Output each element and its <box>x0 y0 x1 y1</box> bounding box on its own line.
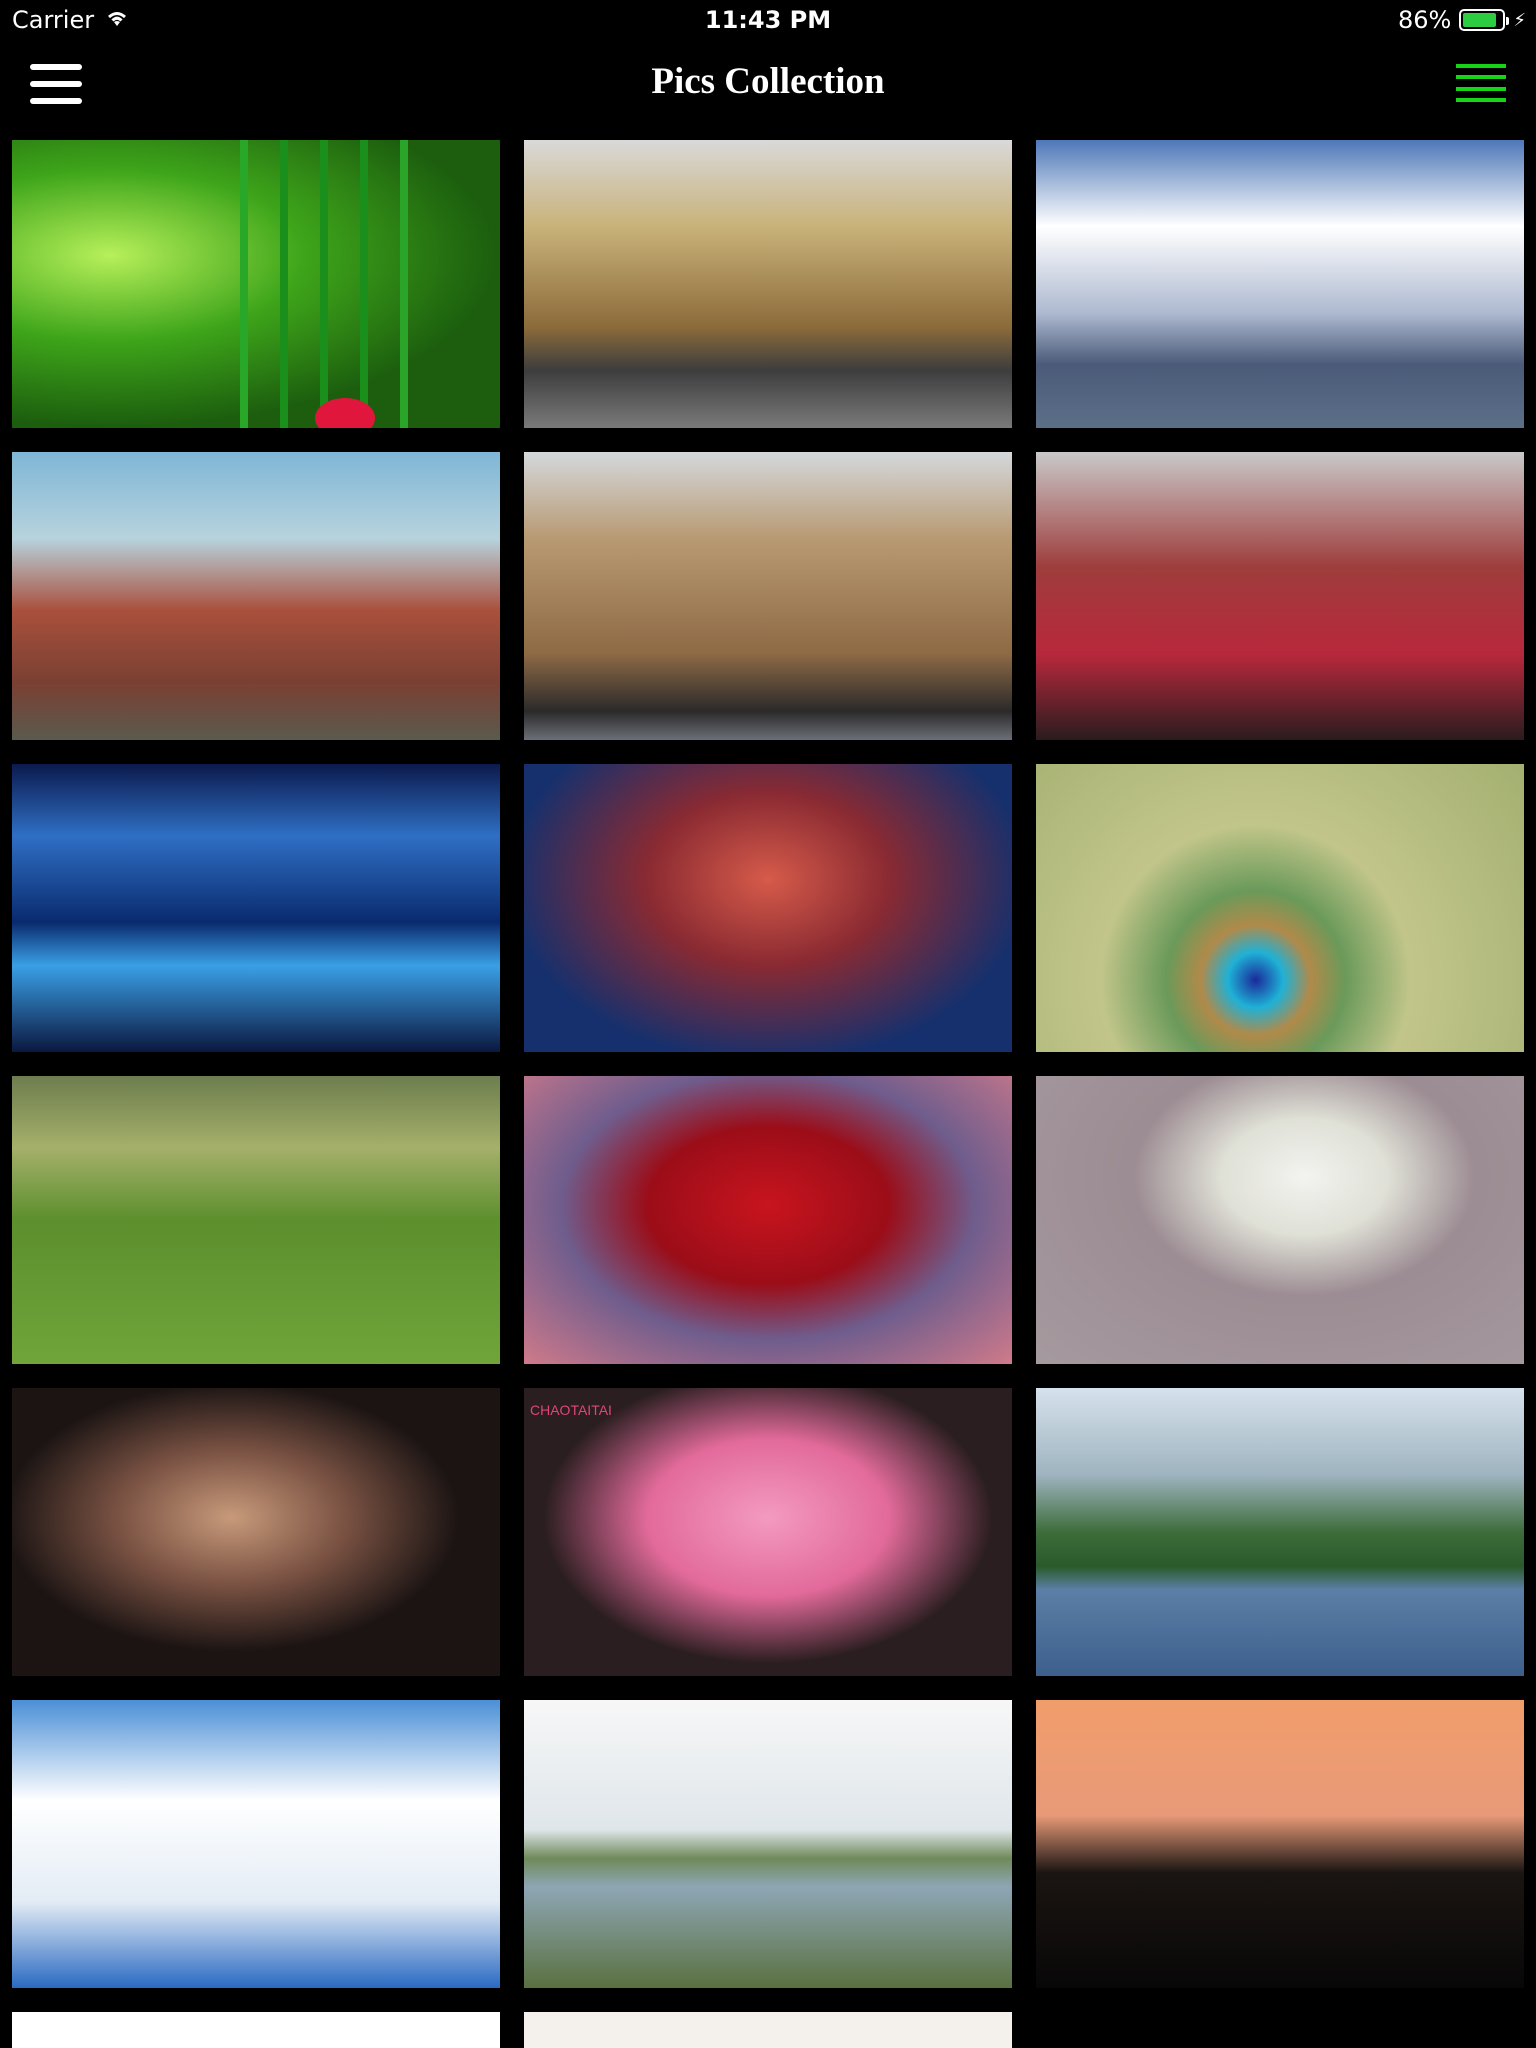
photo-tile[interactable] <box>1036 1388 1524 1676</box>
photo-tile[interactable] <box>12 2012 500 2048</box>
photo-tile[interactable] <box>1036 764 1524 1052</box>
photo-tile[interactable] <box>1036 140 1524 428</box>
photo-tile[interactable] <box>1036 1700 1524 1988</box>
battery-percent: 86% <box>1398 6 1452 34</box>
photo-tile[interactable] <box>12 1388 500 1676</box>
photo-tile[interactable] <box>524 1076 1012 1364</box>
clock: 11:43 PM <box>704 6 832 34</box>
photo-tile[interactable] <box>524 140 1012 428</box>
photo-tile[interactable] <box>12 1076 500 1364</box>
hamburger-menu-icon[interactable] <box>1456 64 1506 102</box>
nav-bar: Pics Collection <box>0 40 1536 130</box>
battery-level <box>1463 13 1497 27</box>
photo-tile[interactable]: CHAOTAITAI <box>524 1388 1012 1676</box>
status-bar: Carrier 11:43 PM 86% ⚡ <box>0 0 1536 40</box>
photo-tile[interactable] <box>12 1700 500 1988</box>
photo-grid: CHAOTAITAI <box>12 140 1524 2048</box>
photo-watermark: CHAOTAITAI <box>530 1402 612 1418</box>
photo-tile[interactable] <box>1036 452 1524 740</box>
photo-tile[interactable] <box>524 1700 1012 1988</box>
photo-tile[interactable] <box>524 452 1012 740</box>
status-right: 86% ⚡ <box>1398 6 1526 34</box>
photo-tile[interactable] <box>524 2012 1012 2048</box>
photo-tile[interactable] <box>12 140 500 428</box>
photo-tile[interactable] <box>524 764 1012 1052</box>
photo-tile[interactable] <box>12 764 500 1052</box>
bolt-icon: ⚡ <box>1513 9 1526 31</box>
photo-tile[interactable] <box>12 452 500 740</box>
page-title: Pics Collection <box>651 61 885 102</box>
battery-icon <box>1459 9 1510 31</box>
photo-tile[interactable] <box>1036 1076 1524 1364</box>
